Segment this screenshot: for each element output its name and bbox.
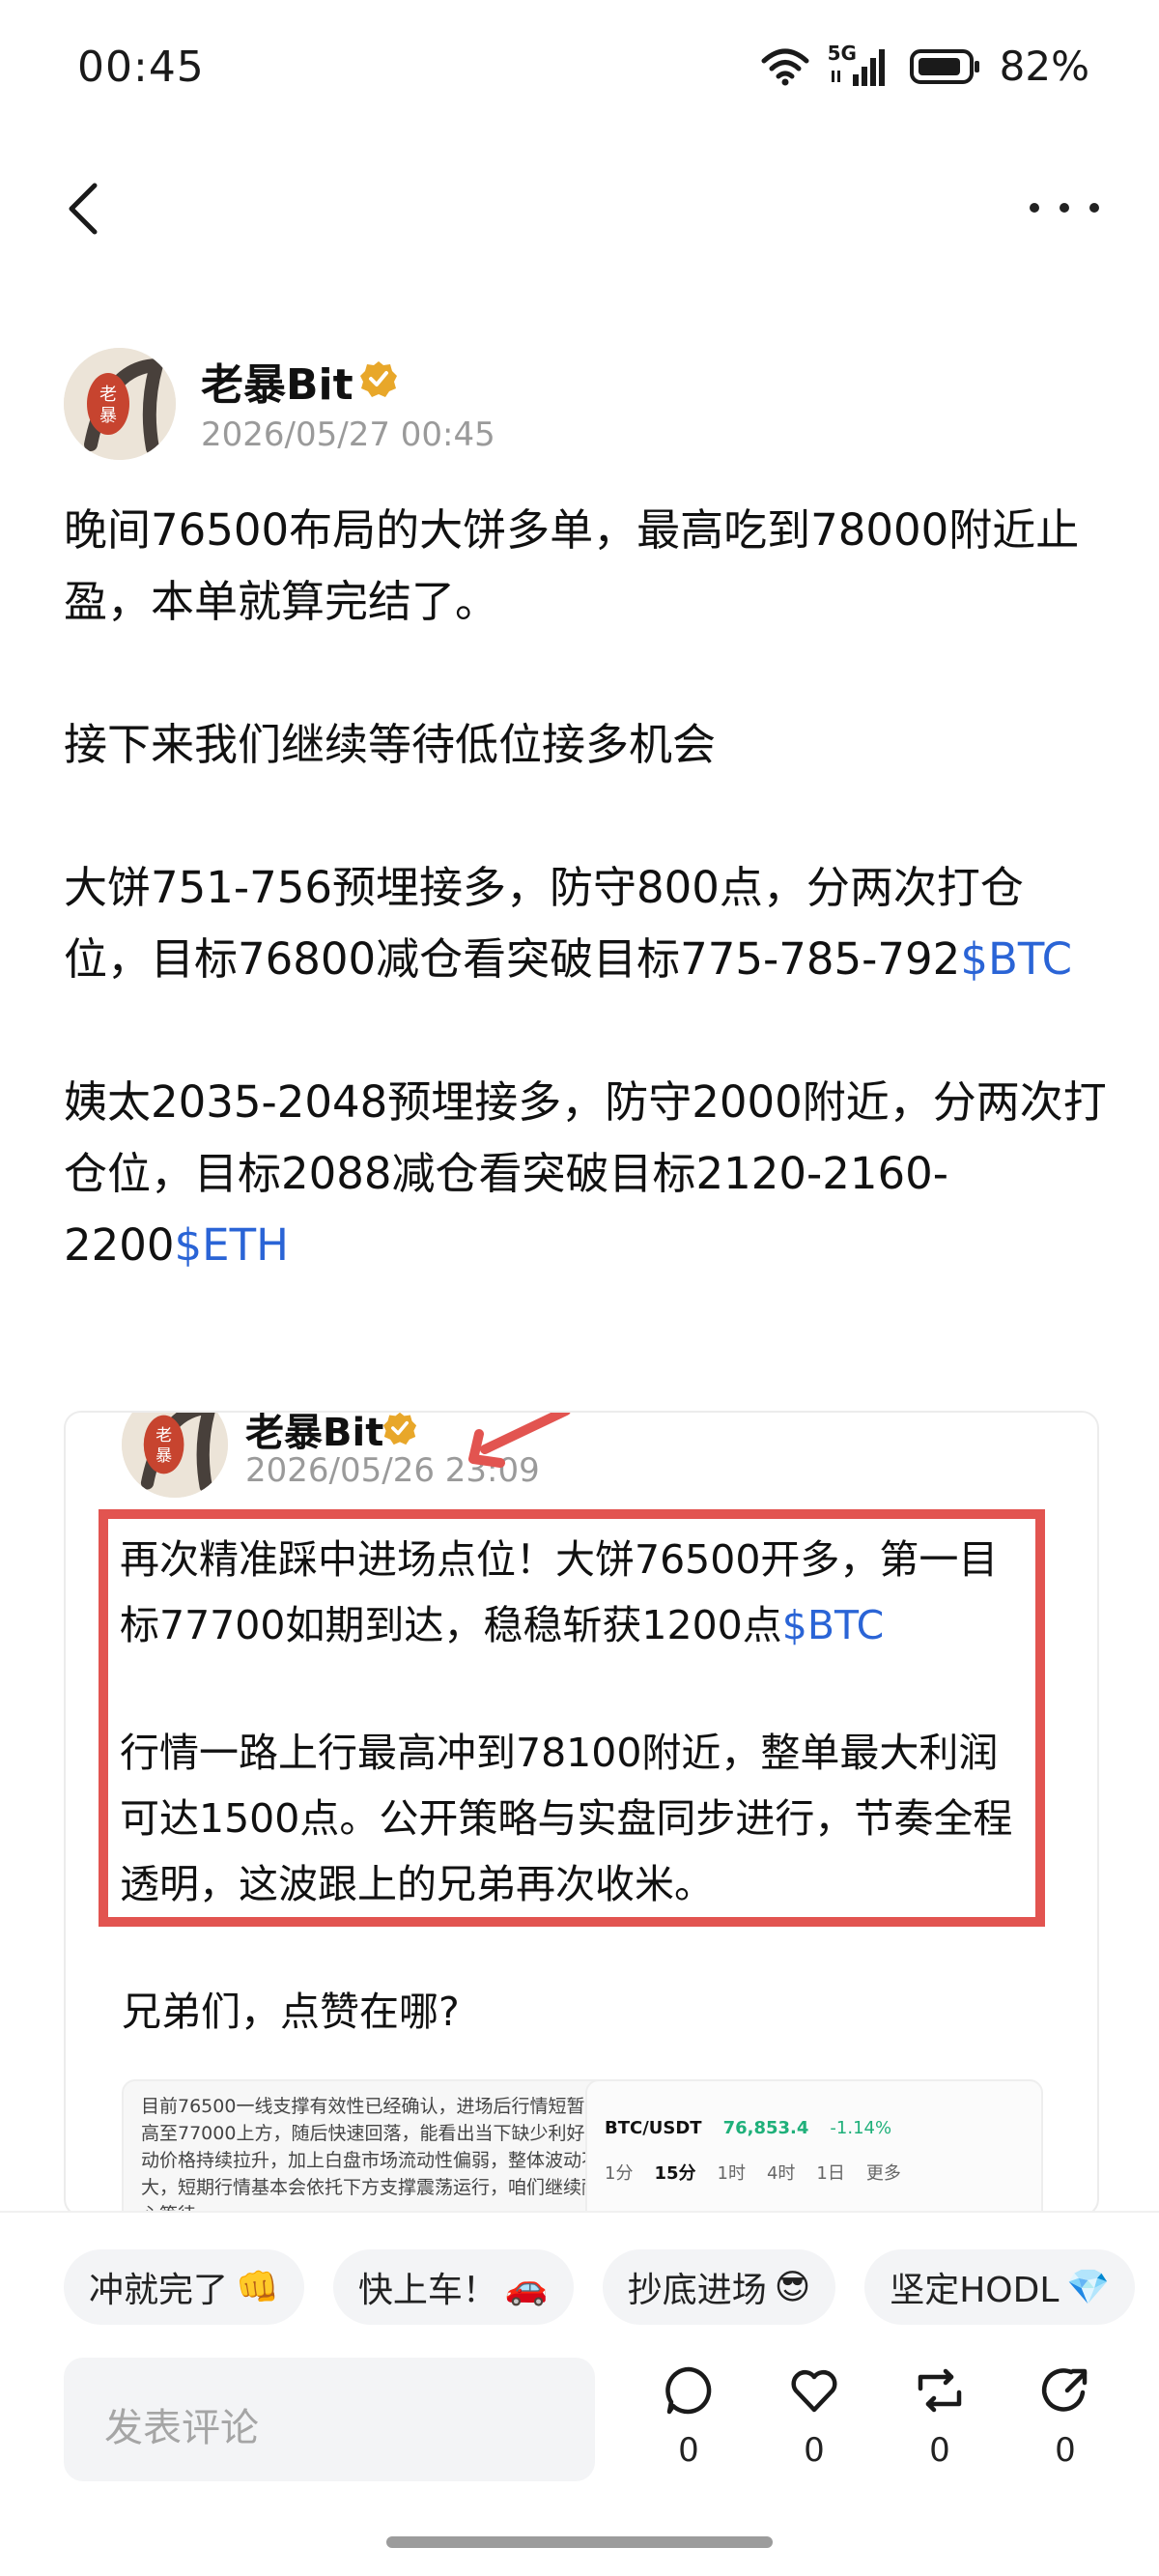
post-timestamp: 2026/05/27 00:45 xyxy=(201,415,495,454)
chip-label: 坚定HODL xyxy=(890,2271,1060,2310)
quick-reply-chip[interactable]: 坚定HODL 💎 xyxy=(864,2249,1136,2325)
like-button[interactable]: 0 xyxy=(771,2363,858,2470)
quoted-image-left[interactable]: 目前76500一线支撑有效性已经确认，进场后行情短暂冲高至77000上方，随后快… xyxy=(122,2079,628,2215)
share-button[interactable]: 0 xyxy=(1022,2363,1109,2470)
author-avatar[interactable]: 老 暴 xyxy=(64,348,176,460)
home-indicator[interactable] xyxy=(386,2536,773,2548)
more-icon-dot xyxy=(1060,203,1069,213)
thumb-ticker-row: BTC/USDT 76,853.4 -1.14% xyxy=(587,2081,1041,2142)
quick-replies: 冲就完了 👊 快上车！ 🚗 抄底进场 😎 坚定HODL 💎 xyxy=(64,2249,1136,2325)
post-paragraph: 接下来我们继续等待低位接多机会 xyxy=(64,709,1107,781)
chip-label: 快上车！ xyxy=(357,2271,497,2310)
quoted-paragraph: 再次精准踩中进场点位！大饼76500开多，第一目标77700如期到达，稳稳斩获1… xyxy=(120,1527,1032,1658)
diamond-icon: 💎 xyxy=(1066,2268,1111,2307)
quoted-post-card[interactable]: 老 暴 老暴Bit 2026/05/26 23:09 再次精准踩中进场点位！大饼… xyxy=(64,1411,1099,2217)
quick-reply-chip[interactable]: 快上车！ 🚗 xyxy=(332,2249,574,2325)
thumb-tab: 4时 xyxy=(766,2163,796,2184)
quoted-question: 兄弟们，点赞在哪? xyxy=(122,1989,460,2035)
comment-icon xyxy=(665,2366,712,2415)
thumb-tab: 1分 xyxy=(605,2163,634,2184)
thumb-tab: 1日 xyxy=(816,2163,845,2184)
paragraph-text: 大饼751-756预埋接多，防守800点，分两次打仓位，目标76800减仓看突破… xyxy=(64,862,1024,985)
like-icon xyxy=(791,2369,837,2413)
thumb-tab: 1时 xyxy=(717,2163,746,2184)
more-button[interactable] xyxy=(1030,193,1099,222)
sunglasses-icon: 😎 xyxy=(774,2267,811,2307)
chip-label: 抄底进场 xyxy=(627,2271,767,2310)
eth-tag-link[interactable]: $ETH xyxy=(175,1219,289,1271)
svg-text:暴: 暴 xyxy=(155,1446,172,1466)
thumb-change: -1.14% xyxy=(830,2118,892,2138)
author-name[interactable]: 老暴Bit xyxy=(201,350,353,412)
verified-badge-icon xyxy=(382,1413,417,1445)
quoted-text: 再次精准踩中进场点位！大饼76500开多，第一目标77700如期到达，稳稳斩获1… xyxy=(120,1527,1032,1917)
more-icon xyxy=(1030,203,1039,213)
avatar-seal-icon: 老 暴 xyxy=(64,348,176,460)
battery-icon xyxy=(909,48,979,84)
verified-badge-icon xyxy=(360,361,397,397)
avatar-seal-icon: 老 暴 xyxy=(122,1413,228,1498)
more-icon-dot xyxy=(1089,203,1099,213)
quoted-author-name: 老暴Bit xyxy=(245,1411,384,1455)
thumb-pair: BTC/USDT xyxy=(605,2118,702,2138)
share-icon xyxy=(1041,2368,1088,2412)
thumb-tab-active: 15分 xyxy=(654,2163,696,2184)
comment-count: 0 xyxy=(678,2431,699,2470)
chevron-left-icon xyxy=(69,183,98,235)
comment-input[interactable]: 发表评论 xyxy=(64,2358,595,2481)
paragraph-text: 接下来我们继续等待低位接多机会 xyxy=(64,719,717,770)
btc-tag-link[interactable]: $BTC xyxy=(960,933,1072,985)
wifi-icon xyxy=(761,48,809,85)
thumb-tabs: 1分 15分 1时 4时 1日 更多 xyxy=(587,2142,1041,2189)
btc-tag-link[interactable]: $BTC xyxy=(782,1602,884,1648)
back-button[interactable] xyxy=(60,178,108,240)
repost-count: 0 xyxy=(929,2431,950,2470)
repost-icon xyxy=(918,2368,962,2413)
comment-button[interactable]: 0 xyxy=(645,2363,732,2470)
status-time: 00:45 xyxy=(77,43,205,92)
like-count: 0 xyxy=(804,2431,825,2470)
quoted-image-right[interactable]: BTC/USDT 76,853.4 -1.14% 1分 15分 1时 4时 1日… xyxy=(585,2079,1043,2215)
paragraph-text: 行情一路上行最高冲到78100附近，整单最大利润可达1500点。公开策略与实盘同… xyxy=(120,1730,1013,1907)
quick-reply-chip[interactable]: 抄底进场 😎 xyxy=(602,2249,836,2325)
quick-reply-chip[interactable]: 冲就完了 👊 xyxy=(64,2249,304,2325)
quoted-paragraph: 行情一路上行最高冲到78100附近，整单最大利润可达1500点。公开策略与实盘同… xyxy=(120,1720,1032,1917)
thumb-tab: 更多 xyxy=(865,2163,901,2184)
share-count: 0 xyxy=(1055,2431,1076,2470)
thumb-price: 76,853.4 xyxy=(722,2118,809,2138)
status-icons: 5G 82% xyxy=(760,42,1089,90)
post-body: 晚间76500布局的大饼多单，最高吃到78000附近止盈，本单就算完结了。 接下… xyxy=(64,495,1107,1281)
paragraph-text: 晚间76500布局的大饼多单，最高吃到78000附近止盈，本单就算完结了。 xyxy=(64,504,1080,627)
battery-percent: 82% xyxy=(999,43,1089,90)
svg-text:老: 老 xyxy=(99,385,117,405)
post-paragraph: 姨太2035-2048预埋接多，防守2000附近，分两次打仓位，目标2088减仓… xyxy=(64,1067,1107,1281)
post-paragraph: 晚间76500布局的大饼多单，最高吃到78000附近止盈，本单就算完结了。 xyxy=(64,495,1107,638)
post-paragraph: 大饼751-756预埋接多，防守800点，分两次打仓位，目标76800减仓看突破… xyxy=(64,852,1107,995)
thumb-text: 目前76500一线支撑有效性已经确认，进场后行情短暂冲高至77000上方，随后快… xyxy=(141,2096,604,2215)
quoted-author-avatar: 老 暴 xyxy=(122,1413,228,1498)
car-icon: 🚗 xyxy=(504,2268,549,2307)
comment-placeholder: 发表评论 xyxy=(104,2406,259,2450)
svg-text:老: 老 xyxy=(155,1426,172,1445)
chip-label: 冲就完了 xyxy=(89,2271,229,2310)
repost-button[interactable]: 0 xyxy=(896,2363,983,2470)
svg-text:暴: 暴 xyxy=(99,406,117,426)
signal-icon: 5G xyxy=(828,42,891,88)
fist-icon: 👊 xyxy=(236,2268,279,2307)
red-arrow-icon xyxy=(468,1413,571,1468)
